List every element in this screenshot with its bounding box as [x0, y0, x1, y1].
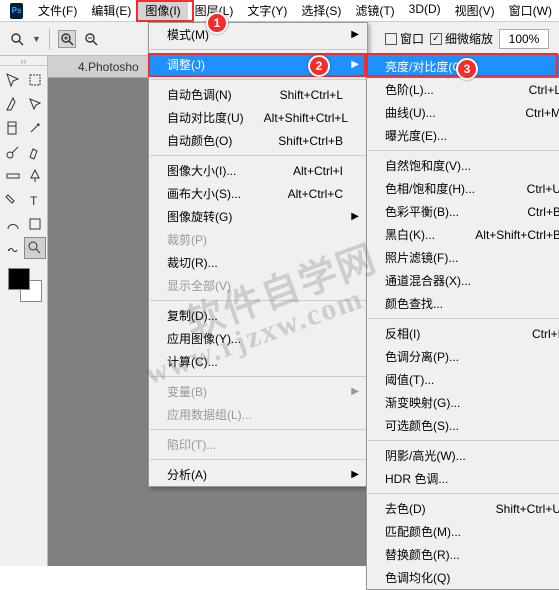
checkbox-label: 窗口 [400, 30, 424, 47]
menu-item[interactable]: 渐变映射(G)... [367, 391, 559, 414]
svg-text:T: T [30, 194, 38, 208]
eraser-tool[interactable] [2, 189, 24, 211]
dropdown-arrow-icon[interactable]: ▼ [32, 34, 41, 44]
zoom-tool-icon[interactable] [8, 30, 26, 48]
menu-item[interactable]: 画布大小(S)...Alt+Ctrl+C [149, 182, 367, 205]
menu-item[interactable]: 可选颜色(S)... [367, 414, 559, 437]
menu-item[interactable]: 模式(M)▶ [149, 23, 367, 46]
menu-item[interactable]: 阈值(T)... [367, 368, 559, 391]
document-tab[interactable]: 4.Photosho [78, 60, 139, 74]
submenu-arrow-icon: ▶ [351, 386, 359, 397]
menu-选择[interactable]: 选择(S) [294, 0, 348, 22]
menu-滤镜[interactable]: 滤镜(T) [348, 0, 401, 22]
checkbox-label: 细微缩放 [445, 30, 493, 47]
quick-select-tool[interactable] [24, 93, 46, 115]
type-tool[interactable]: T [24, 189, 46, 211]
menu-item: 应用数据组(L)... [149, 403, 367, 426]
pen-tool[interactable] [24, 165, 46, 187]
menu-文件[interactable]: 文件(F) [31, 0, 84, 22]
menu-item[interactable]: 图像旋转(G)▶ [149, 205, 367, 228]
menu-item[interactable]: 自动色调(N)Shift+Ctrl+L [149, 83, 367, 106]
foreground-color[interactable] [8, 268, 30, 290]
move-tool[interactable] [2, 69, 24, 91]
adjustments-submenu: 亮度/对比度(C)...色阶(L)...Ctrl+L曲线(U)...Ctrl+M… [366, 54, 559, 590]
menu-item[interactable]: 通道混合器(X)... [367, 269, 559, 292]
zoom-out-icon[interactable] [82, 30, 100, 48]
menu-item[interactable]: 反相(I)Ctrl+I [367, 322, 559, 345]
menu-item[interactable]: 色相/饱和度(H)...Ctrl+U [367, 177, 559, 200]
menu-item[interactable]: 替换颜色(R)... [367, 543, 559, 566]
annotation-marker-1: 1 [206, 12, 228, 34]
annotation-marker-2: 2 [308, 55, 330, 77]
menu-item[interactable]: 照片滤镜(F)... [367, 246, 559, 269]
eyedropper-tool[interactable] [24, 117, 46, 139]
menu-item[interactable]: 自动对比度(U)Alt+Shift+Ctrl+L [149, 106, 367, 129]
lasso-tool[interactable] [2, 93, 24, 115]
tools-panel: ›› T [0, 56, 48, 566]
menu-item[interactable]: 色调分离(P)... [367, 345, 559, 368]
menu-窗口[interactable]: 窗口(W) [502, 0, 559, 22]
menu-item[interactable]: HDR 色调... [367, 467, 559, 490]
submenu-arrow-icon: ▶ [351, 29, 359, 40]
app-logo: Ps [10, 3, 23, 19]
annotation-marker-3: 3 [456, 58, 478, 80]
menu-item[interactable]: 颜色查找... [367, 292, 559, 315]
menu-文字[interactable]: 文字(Y) [240, 0, 294, 22]
clone-tool[interactable] [24, 141, 46, 163]
submenu-arrow-icon: ▶ [351, 469, 359, 480]
menu-item: 显示全部(V) [149, 274, 367, 297]
menu-item[interactable]: 计算(C)... [149, 350, 367, 373]
menu-item[interactable]: 阴影/高光(W)... [367, 444, 559, 467]
menu-item[interactable]: 自然饱和度(V)... [367, 154, 559, 177]
zoom-percent-input[interactable] [499, 29, 549, 49]
menu-item: 陷印(T)... [149, 433, 367, 456]
menu-视图[interactable]: 视图(V) [448, 0, 502, 22]
scrubby-zoom-checkbox[interactable]: ✓细微缩放 [430, 30, 493, 47]
menu-bar: Ps 文件(F)编辑(E)图像(I)图层(L)文字(Y)选择(S)滤镜(T)3D… [0, 0, 559, 22]
menu-图像[interactable]: 图像(I) [138, 0, 187, 22]
brush-tool[interactable] [2, 141, 24, 163]
menu-item[interactable]: 复制(D)... [149, 304, 367, 327]
crop-tool[interactable] [2, 117, 24, 139]
menu-item: 变量(B)▶ [149, 380, 367, 403]
menu-item[interactable]: 图像大小(I)...Alt+Ctrl+I [149, 159, 367, 182]
color-swatches[interactable] [4, 268, 43, 308]
image-menu-dropdown: 模式(M)▶ 调整(J)▶ 自动色调(N)Shift+Ctrl+L自动对比度(U)A… [148, 22, 368, 487]
menu-item[interactable]: 色调均化(Q) [367, 566, 559, 589]
path-tool[interactable] [2, 213, 24, 235]
menu-item[interactable]: 匹配颜色(M)... [367, 520, 559, 543]
zoom-tool[interactable] [24, 237, 46, 259]
menu-item: 裁剪(P) [149, 228, 367, 251]
gradient-tool[interactable] [2, 165, 24, 187]
menu-item[interactable]: 色阶(L)...Ctrl+L [367, 78, 559, 101]
menu-item[interactable]: 应用图像(Y)... [149, 327, 367, 350]
panel-grip[interactable]: ›› [0, 56, 47, 66]
menu-item[interactable]: 调整(J)▶ [149, 53, 367, 76]
shape-tool[interactable] [24, 213, 46, 235]
zoom-in-icon[interactable] [58, 30, 76, 48]
menu-item[interactable]: 分析(A)▶ [149, 463, 367, 486]
menu-item[interactable]: 色彩平衡(B)...Ctrl+B [367, 200, 559, 223]
menu-item[interactable]: 黑白(K)...Alt+Shift+Ctrl+B [367, 223, 559, 246]
window-checkbox[interactable]: 窗口 [385, 30, 424, 47]
hand-tool[interactable] [2, 237, 24, 259]
marquee-tool[interactable] [24, 69, 46, 91]
menu-item[interactable]: 曲线(U)...Ctrl+M [367, 101, 559, 124]
submenu-arrow-icon: ▶ [351, 211, 359, 222]
menu-item[interactable]: 裁切(R)... [149, 251, 367, 274]
menu-item[interactable]: 去色(D)Shift+Ctrl+U [367, 497, 559, 520]
menu-item[interactable]: 自动颜色(O)Shift+Ctrl+B [149, 129, 367, 152]
submenu-arrow-icon: ▶ [351, 59, 359, 70]
menu-3D[interactable]: 3D(D) [402, 0, 448, 22]
menu-编辑[interactable]: 编辑(E) [84, 0, 138, 22]
menu-item[interactable]: 曝光度(E)... [367, 124, 559, 147]
